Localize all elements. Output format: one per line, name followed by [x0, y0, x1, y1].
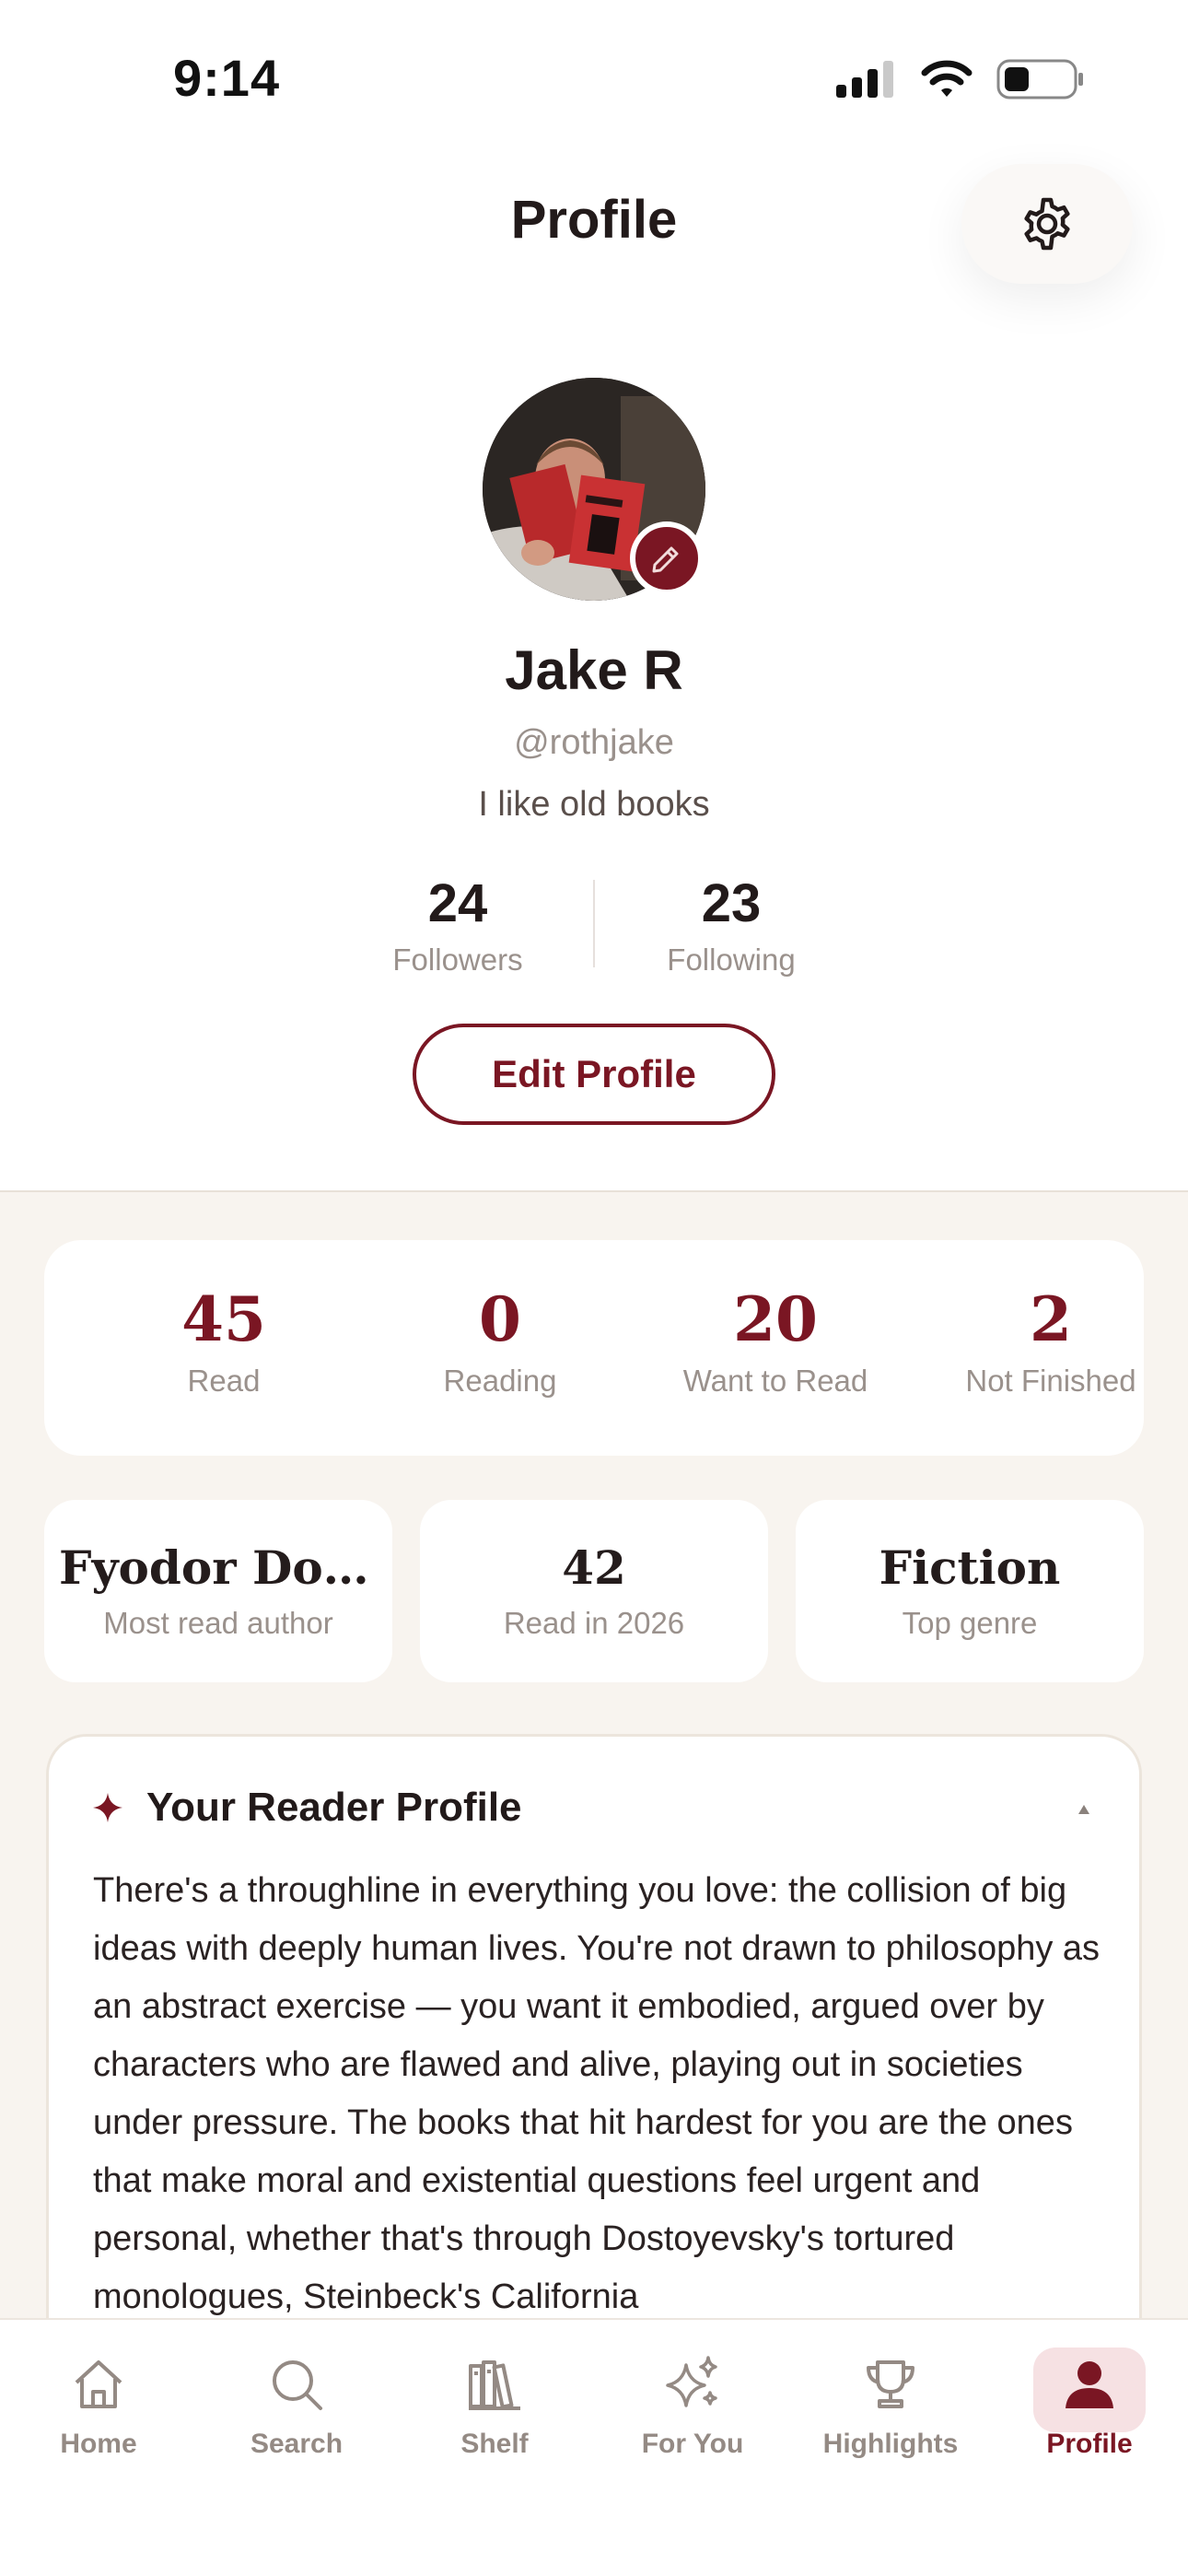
battery-icon	[996, 59, 1083, 100]
pencil-icon	[652, 546, 679, 573]
stat-not-finished[interactable]: 2 Not Finished	[914, 1282, 1188, 1399]
stat-reading[interactable]: 0 Reading	[363, 1282, 637, 1399]
sparkles-icon	[666, 2356, 717, 2407]
edit-profile-button[interactable]: Edit Profile	[413, 1024, 775, 1125]
stat-read-label: Read	[187, 1364, 261, 1398]
status-time: 9:14	[173, 49, 281, 107]
stat-not-finished-label: Not Finished	[965, 1364, 1136, 1398]
reader-profile-text: There's a throughline in everything you …	[93, 1871, 1101, 2316]
most-read-author-label: Most read author	[103, 1606, 333, 1640]
home-indicator-area	[0, 2524, 1188, 2576]
read-this-year-card[interactable]: 42 Read in 2026	[420, 1500, 768, 1682]
top-genre-card[interactable]: Fiction Top genre	[796, 1500, 1144, 1682]
following-count: 23	[701, 873, 762, 933]
most-read-author-value: Fyodor Dost...	[59, 1540, 392, 1595]
most-read-author-card[interactable]: Fyodor Dost... Most read author	[44, 1500, 392, 1682]
cellular-signal-icon	[836, 61, 893, 98]
tab-shelf[interactable]: Shelf	[402, 2349, 587, 2478]
followers-label: Followers	[392, 943, 523, 977]
stat-read[interactable]: 45 Read	[87, 1282, 361, 1399]
shelf-icon	[469, 2360, 520, 2410]
read-this-year-value: 42	[562, 1540, 626, 1595]
stat-not-finished-value: 2	[1030, 1283, 1072, 1355]
following-stat[interactable]: 23 Following	[593, 871, 869, 978]
sparkle-icon	[93, 1793, 122, 1822]
wifi-icon	[921, 60, 973, 97]
followers-count: 24	[427, 873, 488, 933]
tab-home[interactable]: Home	[6, 2349, 191, 2478]
reading-stats-card: 45 Read 0 Reading 20 Want to Read 2 Not …	[44, 1240, 1144, 1456]
following-label: Following	[667, 943, 796, 977]
tab-highlights[interactable]: Highlights	[798, 2349, 983, 2478]
trophy-icon	[867, 2360, 914, 2408]
user-bio: I like old books	[478, 785, 710, 824]
stat-want-to-read-value: 20	[733, 1283, 818, 1355]
top-genre-label: Top genre	[902, 1606, 1038, 1640]
tab-home-label: Home	[60, 2429, 137, 2459]
followers-stat[interactable]: 24 Followers	[320, 871, 596, 978]
tab-for-you[interactable]: For You	[600, 2349, 785, 2478]
stat-reading-label: Reading	[443, 1364, 557, 1398]
person-icon	[1066, 2361, 1113, 2408]
tab-highlights-label: Highlights	[822, 2429, 959, 2459]
read-this-year-label: Read in 2026	[503, 1606, 685, 1640]
top-genre-value: Fiction	[879, 1540, 1061, 1595]
stat-want-to-read-label: Want to Read	[682, 1364, 868, 1398]
home-icon	[75, 2360, 122, 2408]
stat-read-value: 45	[181, 1283, 266, 1355]
tab-search-label: Search	[250, 2429, 344, 2459]
search-icon	[273, 2360, 322, 2410]
status-bar: 9:14	[0, 0, 1188, 157]
tab-profile-label: Profile	[1046, 2429, 1133, 2459]
status-icons	[836, 59, 1085, 100]
reader-profile-title: Your Reader Profile	[146, 1785, 522, 1830]
edit-avatar-button[interactable]	[630, 521, 704, 595]
user-handle: @rothjake	[514, 723, 674, 762]
reader-profile-header[interactable]: Your Reader Profile	[91, 1785, 522, 1831]
tab-profile[interactable]: Profile	[997, 2349, 1182, 2478]
tab-shelf-label: Shelf	[460, 2429, 529, 2459]
tab-search[interactable]: Search	[204, 2349, 389, 2478]
stat-reading-value: 0	[479, 1283, 521, 1355]
gear-icon	[1024, 197, 1070, 251]
stat-want-to-read[interactable]: 20 Want to Read	[638, 1282, 913, 1399]
settings-button[interactable]	[961, 164, 1133, 284]
collapse-triangle-icon[interactable]	[1077, 1803, 1091, 1816]
user-name: Jake R	[505, 639, 683, 701]
tab-for-you-label: For You	[641, 2429, 744, 2459]
